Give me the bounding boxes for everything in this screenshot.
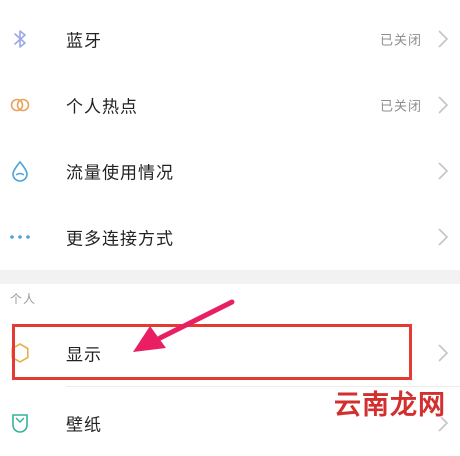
status-text: 已关闭	[379, 99, 422, 115]
chevron-right-icon	[436, 160, 450, 182]
more-dots-icon	[8, 225, 32, 249]
brightness-icon	[8, 341, 32, 365]
chevron-right-icon	[436, 28, 450, 50]
hotspot-icon	[8, 93, 32, 117]
data-usage-icon	[8, 159, 32, 183]
status-text: 已关闭	[379, 33, 422, 49]
watermark-text: 云南龙网	[334, 390, 446, 421]
settings-row-label: 蓝牙	[66, 31, 102, 52]
settings-row-display[interactable]: 显示	[0, 320, 460, 386]
settings-row-label: 更多连接方式	[66, 229, 174, 250]
bluetooth-icon	[8, 27, 32, 51]
section-separator	[0, 270, 460, 284]
settings-row-label: 个人热点	[66, 97, 138, 118]
section-header-personal: 个人	[10, 292, 37, 306]
settings-row-data-usage[interactable]: 流量使用情况	[0, 138, 460, 204]
settings-row-bluetooth[interactable]: 蓝牙 已关闭	[0, 6, 460, 72]
chevron-right-icon	[436, 342, 450, 364]
settings-row-label: 显示	[66, 345, 102, 366]
settings-row-label: 壁纸	[66, 415, 102, 436]
wallpaper-icon	[8, 411, 32, 435]
settings-row-hotspot[interactable]: 个人热点 已关闭	[0, 72, 460, 138]
chevron-right-icon	[436, 226, 450, 248]
settings-row-label: 流量使用情况	[66, 163, 174, 184]
chevron-right-icon	[436, 94, 450, 116]
settings-row-more-connections[interactable]: 更多连接方式	[0, 204, 460, 270]
